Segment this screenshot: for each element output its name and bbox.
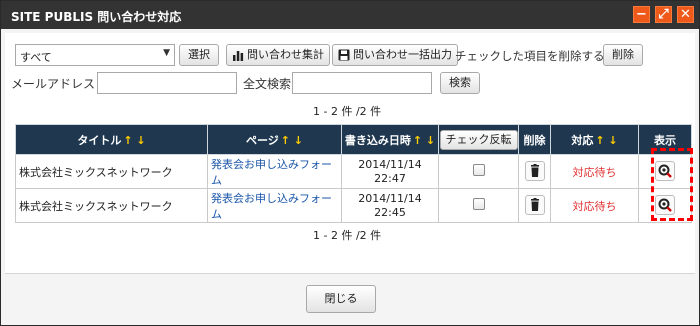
header-delete: 削除 xyxy=(518,124,551,155)
table-row: 株式会社ミックスネットワーク 発表会お申し込みフォーム 2014/11/14 22… xyxy=(15,154,692,189)
delete-row-button[interactable] xyxy=(524,160,545,181)
search-button-label: 検索 xyxy=(449,76,471,89)
dropdown-arrow-icon: ▼ xyxy=(163,48,170,58)
email-input[interactable] xyxy=(97,72,237,94)
row-title: 株式会社ミックスネットワーク xyxy=(15,154,208,189)
header-page-label: ページ xyxy=(245,133,279,147)
header-page[interactable]: ページ ↑ ↓ xyxy=(207,124,342,155)
header-check: チェック反転 xyxy=(438,124,519,155)
close-window-button[interactable]: ✕ xyxy=(677,6,694,23)
result-count-bottom: 1 - 2 件 /2 件 xyxy=(313,229,382,242)
minimize-button[interactable]: − xyxy=(633,6,650,23)
footer-bar: 閉じる xyxy=(5,273,695,323)
sort-arrows-icon[interactable]: ↑ ↓ xyxy=(413,134,435,147)
header-title[interactable]: タイトル ↑ ↓ xyxy=(15,124,208,155)
sort-arrows-icon[interactable]: ↑ ↓ xyxy=(123,134,145,147)
export-button[interactable]: 問い合わせ一括出力 xyxy=(332,44,458,66)
summary-button-label: 問い合わせ集計 xyxy=(247,48,324,61)
row-status[interactable]: 対応待ち xyxy=(550,154,639,189)
row-date: 2014/11/14 xyxy=(358,157,422,171)
row-datetime: 2014/11/14 22:45 xyxy=(341,188,439,223)
row-date: 2014/11/14 xyxy=(358,191,422,205)
header-view: 表示 xyxy=(638,124,692,155)
maximize-button[interactable]: ⤢ xyxy=(655,6,672,23)
magnify-icon xyxy=(658,164,672,178)
fulltext-search-input[interactable] xyxy=(292,72,432,94)
header-view-label: 表示 xyxy=(654,133,676,147)
view-detail-button[interactable] xyxy=(655,194,675,215)
view-detail-button[interactable] xyxy=(655,160,675,181)
header-title-label: タイトル xyxy=(77,133,122,147)
trash-icon xyxy=(530,163,539,177)
header-datetime-label: 書き込み日時 xyxy=(344,133,411,147)
row-time: 22:47 xyxy=(374,171,406,185)
inquiry-table: タイトル ↑ ↓ ページ ↑ ↓ 書き込み日時 ↑ ↓ チェック反転 削除 対応 ↑ ↓… xyxy=(15,124,692,223)
row-delete-cell xyxy=(518,188,551,223)
window-title: SITE PUBLIS 問い合わせ対応 xyxy=(11,10,182,24)
check-invert-button[interactable]: チェック反転 xyxy=(439,129,518,150)
delete-row-button[interactable] xyxy=(524,194,545,215)
row-time: 22:45 xyxy=(374,205,406,219)
content-area: すべて ▼ 選択 問い合わせ集計 問い合わせ一括出力 チェックした項目を削除する… xyxy=(5,33,695,273)
delete-checked-button[interactable]: 削除 xyxy=(603,44,643,66)
filter-select[interactable]: すべて ▼ xyxy=(15,44,175,66)
magnify-icon xyxy=(658,198,672,212)
search-button[interactable]: 検索 xyxy=(440,72,480,94)
row-checkbox[interactable] xyxy=(472,164,485,176)
delete-checked-label: チェックした項目を削除する xyxy=(455,49,605,63)
summary-button[interactable]: 問い合わせ集計 xyxy=(226,44,330,66)
row-page-link[interactable]: 発表会お申し込みフォーム xyxy=(207,188,342,223)
fulltext-label: 全文検索 xyxy=(243,77,292,91)
email-label: メールアドレス xyxy=(11,77,96,91)
table-header-row: タイトル ↑ ↓ ページ ↑ ↓ 書き込み日時 ↑ ↓ チェック反転 削除 対応 ↑ ↓… xyxy=(15,124,692,155)
row-view-cell xyxy=(638,154,692,189)
sort-arrows-icon[interactable]: ↑ ↓ xyxy=(595,134,617,147)
row-view-cell xyxy=(638,188,692,223)
header-delete-label: 削除 xyxy=(523,133,546,147)
row-check-cell xyxy=(438,188,519,223)
select-button-label: 選択 xyxy=(188,48,210,61)
select-button[interactable]: 選択 xyxy=(179,44,219,66)
row-check-cell xyxy=(438,154,519,189)
header-datetime[interactable]: 書き込み日時 ↑ ↓ xyxy=(341,124,439,155)
sort-arrows-icon[interactable]: ↑ ↓ xyxy=(281,134,303,147)
result-count-top: 1 - 2 件 /2 件 xyxy=(313,105,382,118)
row-checkbox[interactable] xyxy=(472,198,485,210)
row-status[interactable]: 対応待ち xyxy=(550,188,639,223)
inquiry-window: SITE PUBLIS 問い合わせ対応 − ⤢ ✕ すべて ▼ 選択 問い合わせ… xyxy=(0,0,700,326)
trash-icon xyxy=(530,197,539,211)
table-row: 株式会社ミックスネットワーク 発表会お申し込みフォーム 2014/11/14 22… xyxy=(15,188,692,223)
header-status-label: 対応 xyxy=(571,133,594,147)
title-bar[interactable]: SITE PUBLIS 問い合わせ対応 − ⤢ ✕ xyxy=(1,1,699,29)
delete-checked-button-label: 削除 xyxy=(612,48,634,61)
row-page-link[interactable]: 発表会お申し込みフォーム xyxy=(207,154,342,189)
header-status[interactable]: 対応 ↑ ↓ xyxy=(550,124,639,155)
row-title: 株式会社ミックスネットワーク xyxy=(15,188,208,223)
export-button-label: 問い合わせ一括出力 xyxy=(353,48,452,61)
bar-chart-icon xyxy=(233,51,244,61)
row-datetime: 2014/11/14 22:47 xyxy=(341,154,439,189)
row-delete-cell xyxy=(518,154,551,189)
save-icon xyxy=(338,49,350,61)
close-button-label: 閉じる xyxy=(324,292,358,305)
close-button[interactable]: 閉じる xyxy=(306,285,376,313)
filter-select-value: すべて xyxy=(20,51,52,64)
